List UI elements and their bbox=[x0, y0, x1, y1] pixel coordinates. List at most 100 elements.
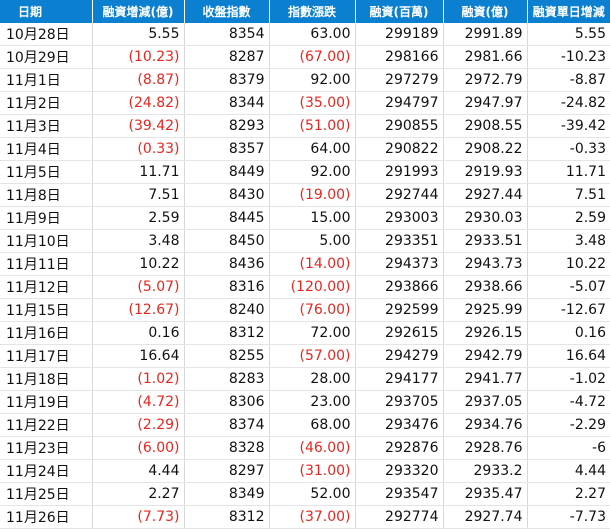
margin-change-cell[interactable]: (4.72) bbox=[92, 390, 185, 414]
margin-million-cell[interactable]: 294797 bbox=[355, 91, 444, 115]
margin-change-cell[interactable]: 4.44 bbox=[92, 459, 185, 483]
margin-change-cell[interactable]: 2.27 bbox=[92, 482, 185, 506]
margin-yi-cell[interactable]: 2942.79 bbox=[443, 344, 528, 368]
margin-yi-cell[interactable]: 2928.76 bbox=[443, 436, 528, 460]
index-change-cell[interactable]: (19.00) bbox=[269, 183, 356, 207]
date-cell[interactable]: 11月2日 bbox=[0, 91, 93, 115]
daily-change-cell[interactable]: 16.64 bbox=[527, 344, 610, 368]
date-cell[interactable]: 11月3日 bbox=[0, 114, 93, 138]
margin-million-cell[interactable]: 297279 bbox=[355, 68, 444, 92]
margin-change-cell[interactable]: 5.55 bbox=[92, 23, 185, 46]
margin-yi-cell[interactable]: 2933.51 bbox=[443, 229, 528, 253]
daily-change-cell[interactable]: -7.73 bbox=[527, 505, 610, 529]
daily-change-cell[interactable]: 5.55 bbox=[527, 23, 610, 46]
index-change-cell[interactable]: 92.00 bbox=[269, 160, 356, 184]
margin-million-cell[interactable]: 292876 bbox=[355, 436, 444, 460]
index-change-cell[interactable]: 28.00 bbox=[269, 367, 356, 391]
index-change-cell[interactable]: (57.00) bbox=[269, 344, 356, 368]
margin-change-cell[interactable]: (12.67) bbox=[92, 298, 185, 322]
index-change-cell[interactable]: (35.00) bbox=[269, 91, 356, 115]
margin-change-cell[interactable]: 2.59 bbox=[92, 206, 185, 230]
header-margin-yi[interactable]: 融資(億) bbox=[443, 0, 528, 23]
close-index-cell[interactable]: 8436 bbox=[184, 252, 270, 276]
daily-change-cell[interactable]: -10.23 bbox=[527, 45, 610, 69]
margin-change-cell[interactable]: (6.00) bbox=[92, 436, 185, 460]
header-index-change[interactable]: 指數漲跌 bbox=[269, 0, 356, 23]
close-index-cell[interactable]: 8306 bbox=[184, 390, 270, 414]
index-change-cell[interactable]: 72.00 bbox=[269, 321, 356, 345]
margin-million-cell[interactable]: 294177 bbox=[355, 367, 444, 391]
close-index-cell[interactable]: 8240 bbox=[184, 298, 270, 322]
header-close-index[interactable]: 收盤指數 bbox=[184, 0, 270, 23]
date-cell[interactable]: 10月28日 bbox=[0, 23, 93, 46]
margin-yi-cell[interactable]: 2919.93 bbox=[443, 160, 528, 184]
index-change-cell[interactable]: (31.00) bbox=[269, 459, 356, 483]
index-change-cell[interactable]: (14.00) bbox=[269, 252, 356, 276]
margin-change-cell[interactable]: 11.71 bbox=[92, 160, 185, 184]
margin-change-cell[interactable]: (24.82) bbox=[92, 91, 185, 115]
close-index-cell[interactable]: 8450 bbox=[184, 229, 270, 253]
margin-million-cell[interactable]: 290822 bbox=[355, 137, 444, 161]
date-cell[interactable]: 11月24日 bbox=[0, 459, 93, 483]
margin-change-cell[interactable]: 7.51 bbox=[92, 183, 185, 207]
margin-yi-cell[interactable]: 2927.44 bbox=[443, 183, 528, 207]
daily-change-cell[interactable]: 2.27 bbox=[527, 482, 610, 506]
date-cell[interactable]: 11月12日 bbox=[0, 275, 93, 299]
close-index-cell[interactable]: 8293 bbox=[184, 114, 270, 138]
close-index-cell[interactable]: 8287 bbox=[184, 45, 270, 69]
margin-yi-cell[interactable]: 2933.2 bbox=[443, 459, 528, 483]
margin-change-cell[interactable]: 3.48 bbox=[92, 229, 185, 253]
margin-change-cell[interactable]: (7.73) bbox=[92, 505, 185, 529]
close-index-cell[interactable]: 8328 bbox=[184, 436, 270, 460]
daily-change-cell[interactable]: -4.72 bbox=[527, 390, 610, 414]
margin-yi-cell[interactable]: 2941.77 bbox=[443, 367, 528, 391]
index-change-cell[interactable]: (120.00) bbox=[269, 275, 356, 299]
date-cell[interactable]: 11月9日 bbox=[0, 206, 93, 230]
margin-yi-cell[interactable]: 2935.47 bbox=[443, 482, 528, 506]
margin-yi-cell[interactable]: 2981.66 bbox=[443, 45, 528, 69]
margin-change-cell[interactable]: (39.42) bbox=[92, 114, 185, 138]
close-index-cell[interactable]: 8255 bbox=[184, 344, 270, 368]
daily-change-cell[interactable]: -0.33 bbox=[527, 137, 610, 161]
daily-change-cell[interactable]: -2.29 bbox=[527, 413, 610, 437]
margin-million-cell[interactable]: 298166 bbox=[355, 45, 444, 69]
close-index-cell[interactable]: 8445 bbox=[184, 206, 270, 230]
daily-change-cell[interactable]: 4.44 bbox=[527, 459, 610, 483]
daily-change-cell[interactable]: -12.67 bbox=[527, 298, 610, 322]
close-index-cell[interactable]: 8357 bbox=[184, 137, 270, 161]
index-change-cell[interactable]: 23.00 bbox=[269, 390, 356, 414]
date-cell[interactable]: 11月26日 bbox=[0, 505, 93, 529]
date-cell[interactable]: 11月11日 bbox=[0, 252, 93, 276]
margin-change-cell[interactable]: (10.23) bbox=[92, 45, 185, 69]
close-index-cell[interactable]: 8344 bbox=[184, 91, 270, 115]
margin-change-cell[interactable]: 0.16 bbox=[92, 321, 185, 345]
date-cell[interactable]: 11月16日 bbox=[0, 321, 93, 345]
margin-change-cell[interactable]: (8.87) bbox=[92, 68, 185, 92]
margin-change-cell[interactable]: (2.29) bbox=[92, 413, 185, 437]
margin-yi-cell[interactable]: 2947.97 bbox=[443, 91, 528, 115]
index-change-cell[interactable]: (37.00) bbox=[269, 505, 356, 529]
margin-million-cell[interactable]: 294279 bbox=[355, 344, 444, 368]
header-date[interactable]: 日期 bbox=[0, 0, 93, 23]
index-change-cell[interactable]: 52.00 bbox=[269, 482, 356, 506]
close-index-cell[interactable]: 8312 bbox=[184, 321, 270, 345]
close-index-cell[interactable]: 8349 bbox=[184, 482, 270, 506]
date-cell[interactable]: 11月25日 bbox=[0, 482, 93, 506]
index-change-cell[interactable]: (51.00) bbox=[269, 114, 356, 138]
margin-yi-cell[interactable]: 2908.22 bbox=[443, 137, 528, 161]
margin-million-cell[interactable]: 293547 bbox=[355, 482, 444, 506]
margin-yi-cell[interactable]: 2925.99 bbox=[443, 298, 528, 322]
margin-million-cell[interactable]: 293705 bbox=[355, 390, 444, 414]
close-index-cell[interactable]: 8316 bbox=[184, 275, 270, 299]
header-margin-change-yi[interactable]: 融資增減(億) bbox=[92, 0, 185, 23]
margin-million-cell[interactable]: 292744 bbox=[355, 183, 444, 207]
index-change-cell[interactable]: (76.00) bbox=[269, 298, 356, 322]
margin-yi-cell[interactable]: 2926.15 bbox=[443, 321, 528, 345]
date-cell[interactable]: 11月17日 bbox=[0, 344, 93, 368]
margin-yi-cell[interactable]: 2991.89 bbox=[443, 23, 528, 46]
daily-change-cell[interactable]: 11.71 bbox=[527, 160, 610, 184]
index-change-cell[interactable]: 68.00 bbox=[269, 413, 356, 437]
daily-change-cell[interactable]: -6 bbox=[527, 436, 610, 460]
margin-million-cell[interactable]: 293351 bbox=[355, 229, 444, 253]
margin-yi-cell[interactable]: 2937.05 bbox=[443, 390, 528, 414]
